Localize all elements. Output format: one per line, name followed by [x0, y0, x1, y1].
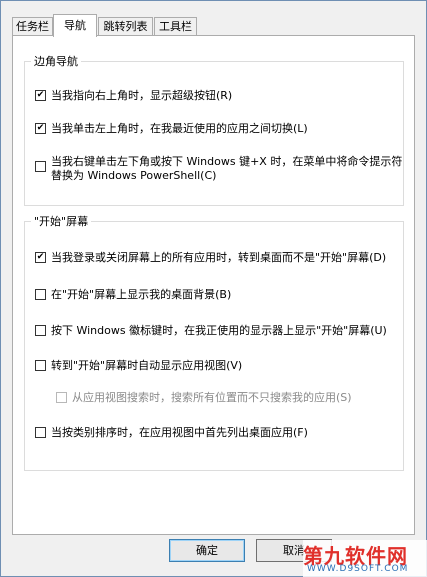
start-screen-title: "开始"屏幕	[34, 215, 89, 228]
show-apps-view-checkbox[interactable]	[35, 360, 46, 371]
show-desktop-background-label: 在"开始"屏幕上显示我的桌面背景(B)	[51, 288, 232, 301]
option-show-charms[interactable]: 当我指向右上角时，显示超级按钮(R)	[35, 89, 232, 103]
start-on-current-display-checkbox[interactable]	[35, 325, 46, 336]
show-charms-checkbox[interactable]	[35, 90, 46, 101]
replace-powershell-line1: 当我右键单击左下角或按下 Windows 键+X 时，在菜单中将命令提示符	[51, 155, 403, 168]
search-everywhere-checkbox[interactable]	[56, 392, 67, 403]
switch-recent-apps-checkbox[interactable]	[35, 123, 46, 134]
tab-jump-lists[interactable]: 跳转列表	[98, 17, 153, 35]
search-everywhere-label: 从应用视图搜索时，搜索所有位置而不只搜索我的应用(S)	[72, 391, 352, 404]
tab-toolbars[interactable]: 工具栏	[154, 17, 197, 35]
tab-navigation[interactable]: 导航	[53, 14, 97, 37]
option-replace-with-powershell[interactable]: 当我右键单击左下角或按下 Windows 键+X 时，在菜单中将命令提示符 替换…	[35, 155, 402, 183]
show-apps-view-label: 转到"开始"屏幕时自动显示应用视图(V)	[51, 359, 243, 372]
option-show-desktop-background[interactable]: 在"开始"屏幕上显示我的桌面背景(B)	[35, 288, 231, 302]
show-desktop-background-checkbox[interactable]	[35, 289, 46, 300]
corner-navigation-title: 边角导航	[34, 55, 78, 68]
go-to-desktop-checkbox[interactable]	[35, 252, 46, 263]
replace-powershell-checkbox[interactable]	[35, 161, 46, 172]
ok-button[interactable]: 确定	[169, 539, 245, 562]
replace-powershell-label: 当我右键单击左下角或按下 Windows 键+X 时，在菜单中将命令提示符 替换…	[51, 155, 402, 183]
list-desktop-apps-first-checkbox[interactable]	[35, 427, 46, 438]
start-on-current-display-label: 按下 Windows 徽标键时，在我正使用的显示器上显示"开始"屏幕(U)	[51, 324, 387, 337]
option-go-to-desktop[interactable]: 当我登录或关闭屏幕上的所有应用时，转到桌面而不是"开始"屏幕(D)	[35, 251, 386, 265]
corner-navigation-group: 边角导航 当我指向右上角时，显示超级按钮(R) 当我单击左上角时，在我最近使用的…	[24, 53, 404, 206]
show-charms-label: 当我指向右上角时，显示超级按钮(R)	[51, 89, 233, 102]
option-show-apps-view[interactable]: 转到"开始"屏幕时自动显示应用视图(V)	[35, 359, 242, 373]
navigation-panel: 边角导航 当我指向右上角时，显示超级按钮(R) 当我单击左上角时，在我最近使用的…	[12, 35, 415, 535]
site-watermark: 第九软件网 WWW.D9SOFT.COM	[303, 540, 427, 577]
tab-taskbar[interactable]: 任务栏	[12, 17, 53, 35]
option-list-desktop-apps-first[interactable]: 当按类别排序时，在应用视图中首先列出桌面应用(F)	[35, 426, 308, 440]
option-start-on-current-display[interactable]: 按下 Windows 徽标键时，在我正使用的显示器上显示"开始"屏幕(U)	[35, 324, 387, 338]
start-screen-group: "开始"屏幕 当我登录或关闭屏幕上的所有应用时，转到桌面而不是"开始"屏幕(D)…	[24, 213, 404, 471]
list-desktop-apps-first-label: 当按类别排序时，在应用视图中首先列出桌面应用(F)	[51, 426, 308, 439]
watermark-url: WWW.D9SOFT.COM	[307, 564, 409, 574]
go-to-desktop-label: 当我登录或关闭屏幕上的所有应用时，转到桌面而不是"开始"屏幕(D)	[51, 251, 387, 264]
replace-powershell-line2: 替换为 Windows PowerShell(C)	[51, 169, 217, 182]
option-switch-recent-apps[interactable]: 当我单击左上角时，在我最近使用的应用之间切换(L)	[35, 122, 308, 136]
option-search-everywhere[interactable]: 从应用视图搜索时，搜索所有位置而不只搜索我的应用(S)	[56, 391, 352, 405]
switch-recent-apps-label: 当我单击左上角时，在我最近使用的应用之间切换(L)	[51, 122, 308, 135]
